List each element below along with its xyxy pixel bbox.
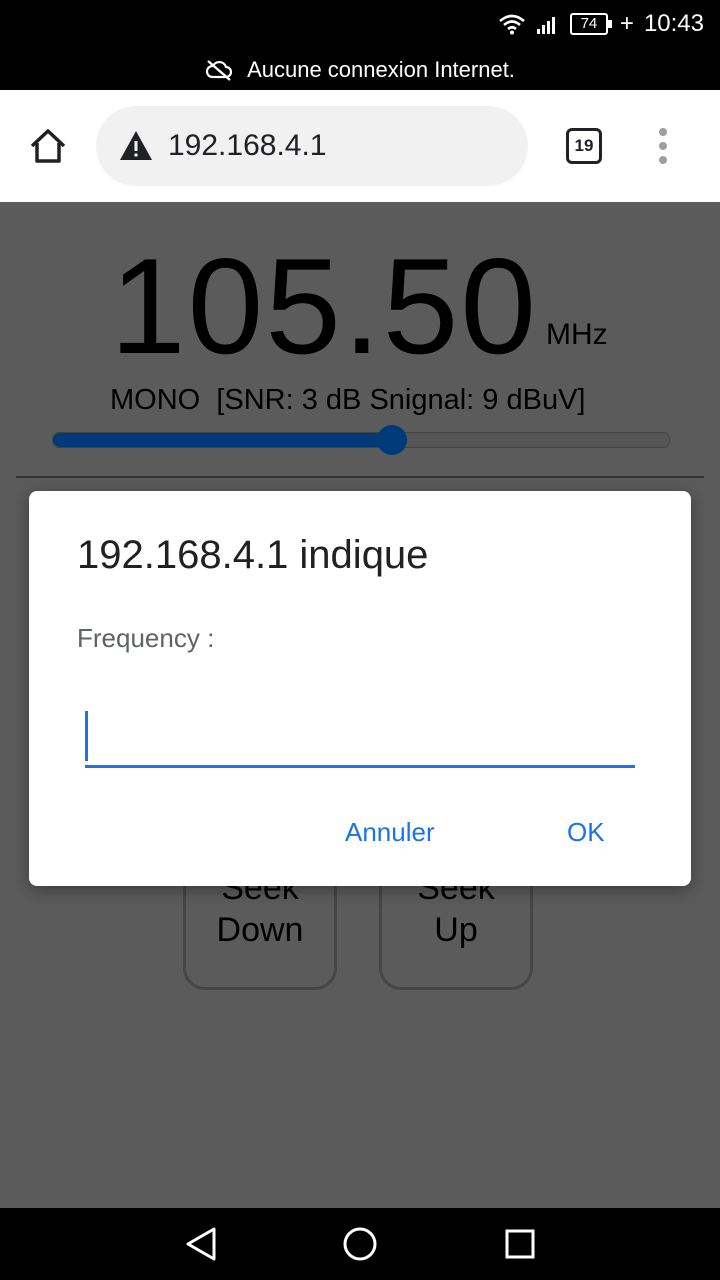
dialog-title: 192.168.4.1 indique: [77, 533, 429, 577]
charging-icon: +: [619, 10, 634, 37]
url-text[interactable]: 192.168.4.1: [168, 129, 326, 163]
no-connection-text: Aucune connexion Internet.: [247, 57, 515, 82]
ok-button[interactable]: OK: [567, 817, 605, 848]
no-connection-banner: Aucune connexion Internet.: [0, 50, 720, 90]
text-caret: [85, 711, 88, 761]
seek-up-label-2: Up: [434, 911, 478, 949]
clock: 10:43: [643, 10, 704, 37]
cell-signal-icon: [536, 17, 555, 34]
slider-fill: [53, 433, 392, 447]
wifi-icon: [499, 14, 525, 35]
battery-icon: 74: [569, 13, 612, 35]
cloud-off-icon: [205, 60, 233, 81]
signal-info: MONO [SNR: 3 dB Snignal: 9 dBuV]: [110, 384, 586, 416]
tab-count: 19: [574, 136, 594, 155]
home-icon[interactable]: [26, 124, 70, 168]
prompt-dialog: 192.168.4.1 indique Frequency : Annuler …: [29, 491, 691, 886]
slider-thumb[interactable]: [376, 425, 407, 455]
navigation-bar: [0, 1208, 720, 1280]
status-bar: 74 + 10:43: [0, 0, 720, 50]
frequency-display: 105.50: [110, 230, 538, 382]
browser-toolbar: 192.168.4.1 19: [0, 90, 720, 202]
seek-down-label-2: Down: [216, 911, 304, 949]
overflow-menu-icon[interactable]: [656, 128, 670, 164]
frequency-input[interactable]: [85, 707, 635, 768]
home-circle-icon[interactable]: [342, 1226, 378, 1262]
recents-icon[interactable]: [504, 1226, 536, 1262]
frequency-unit: MHz: [546, 318, 608, 351]
cancel-button[interactable]: Annuler: [345, 817, 435, 848]
battery-level: 74: [580, 15, 598, 32]
frequency-slider[interactable]: [52, 425, 670, 455]
tab-switcher-button[interactable]: 19: [566, 128, 602, 164]
divider: [16, 476, 704, 478]
back-icon[interactable]: [184, 1226, 218, 1262]
dialog-message: Frequency :: [77, 623, 215, 653]
address-bar[interactable]: 192.168.4.1: [96, 106, 528, 186]
warning-icon[interactable]: [118, 128, 154, 164]
